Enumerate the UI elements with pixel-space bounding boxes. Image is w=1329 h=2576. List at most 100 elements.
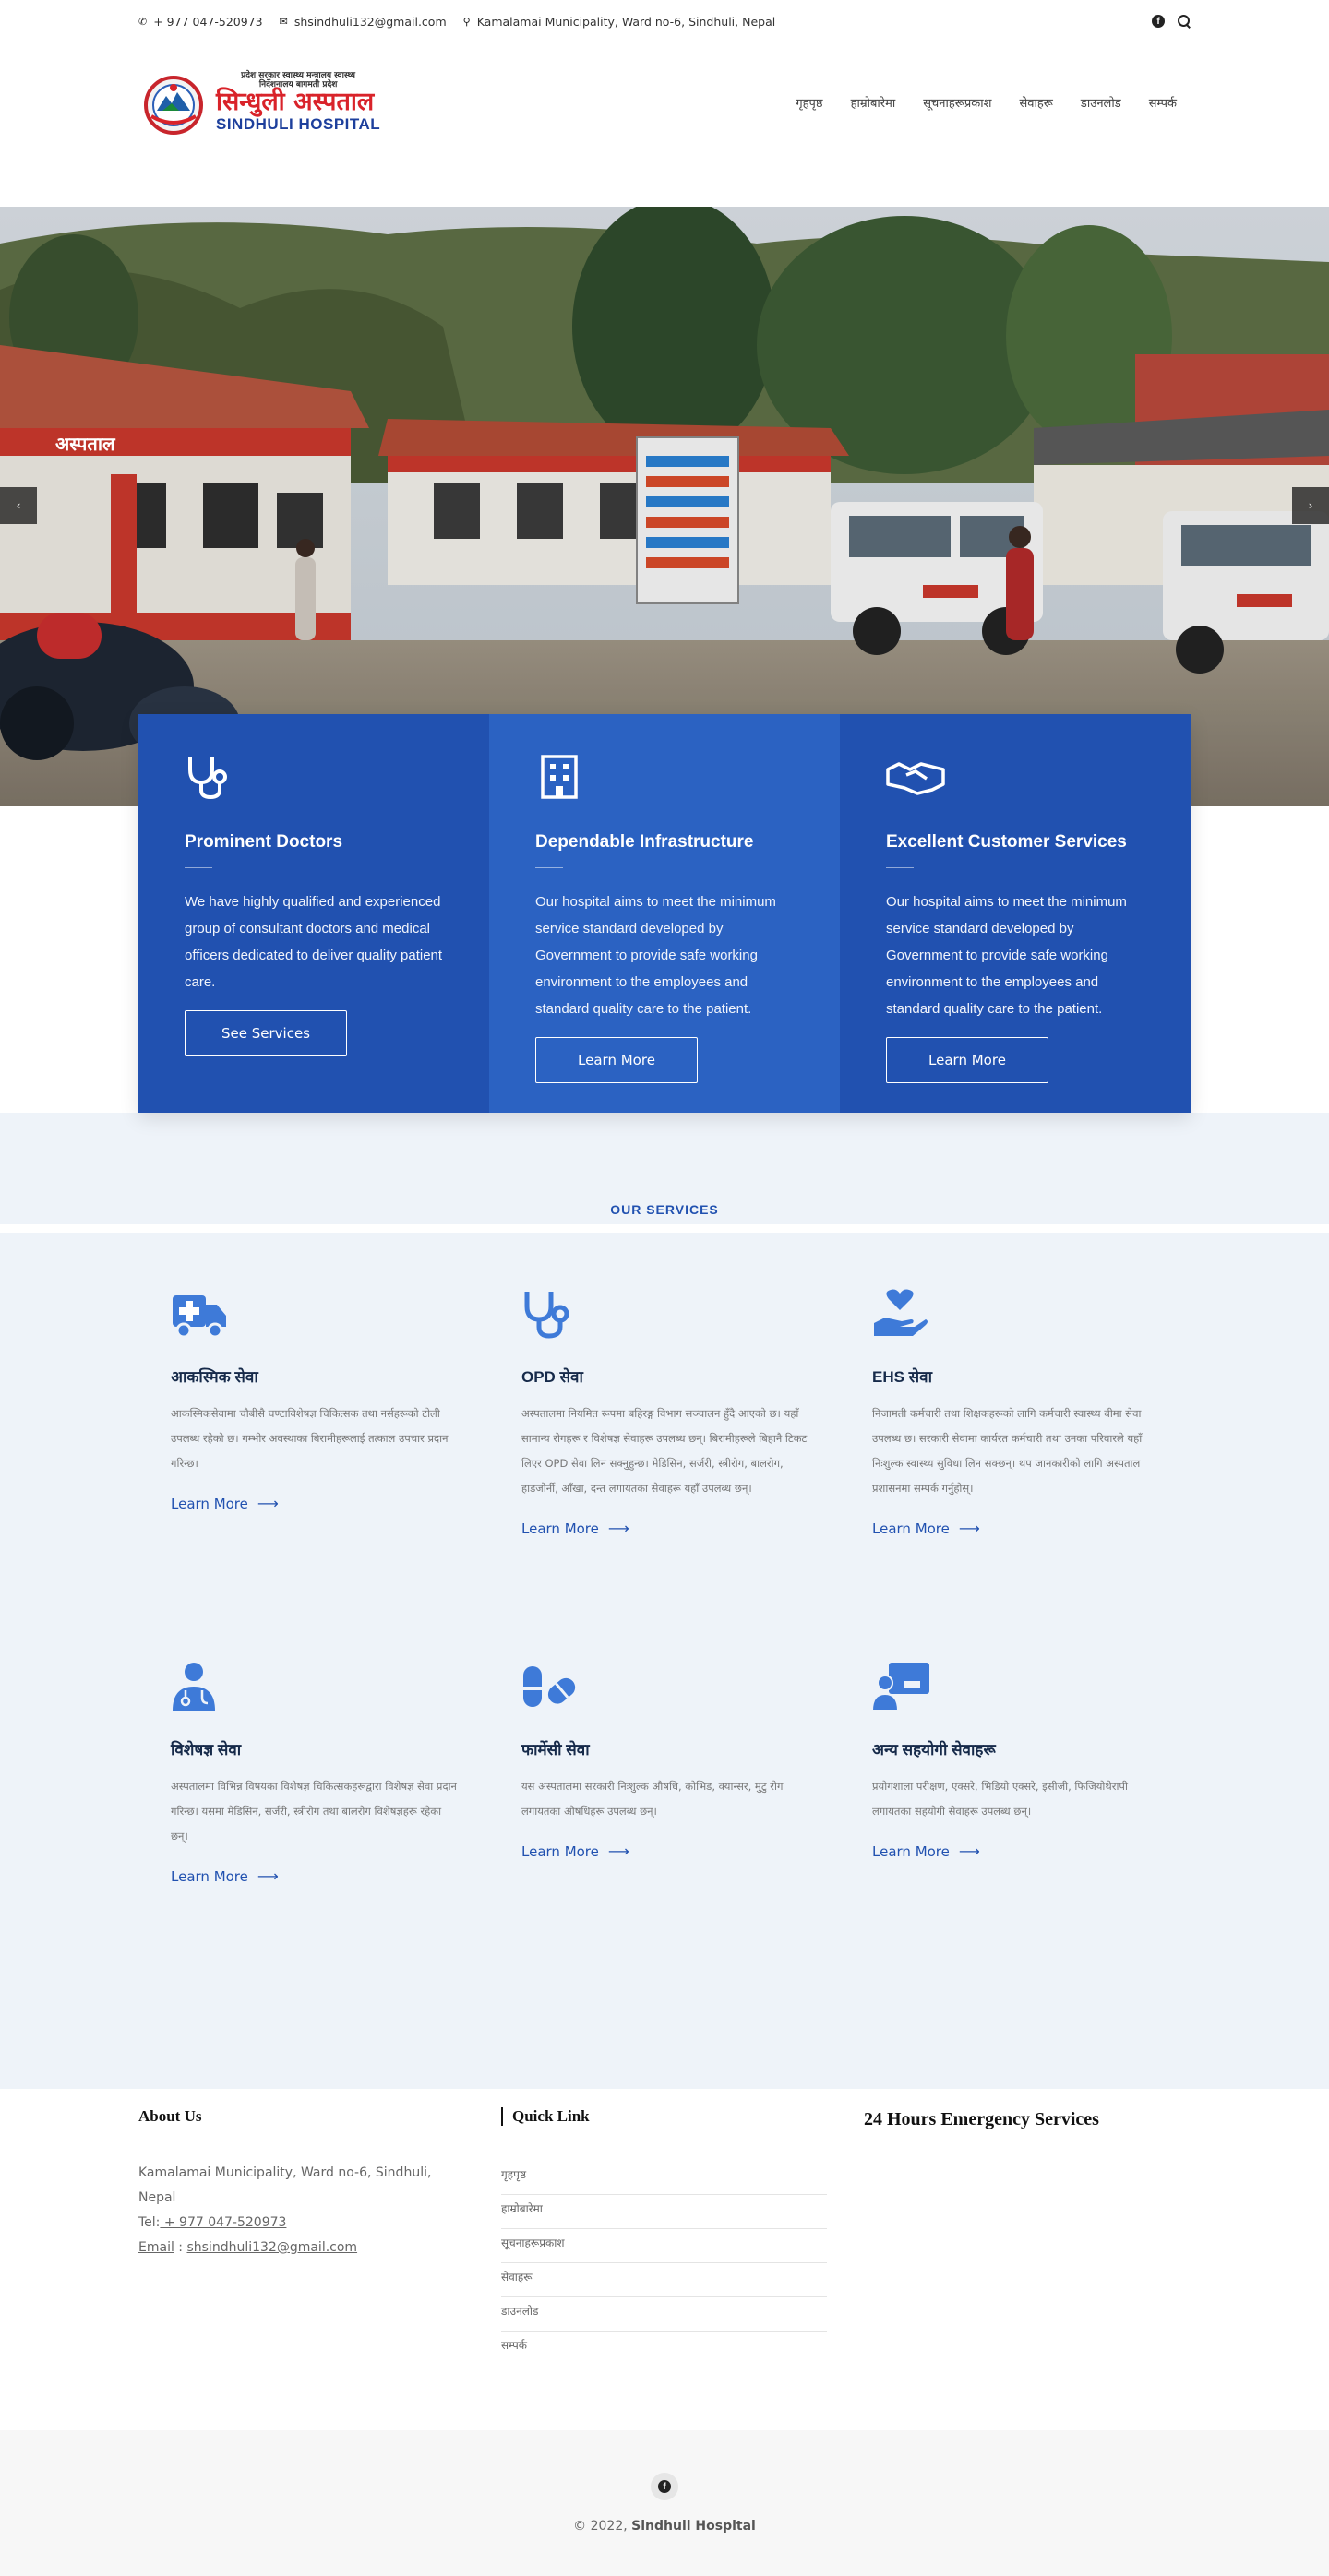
- email-text: shsindhuli132@gmail.com: [293, 14, 447, 29]
- slider-prev-button[interactable]: ‹: [0, 487, 37, 524]
- footer-quick-title: Quick Link: [501, 2107, 827, 2126]
- footer-about: About Us Kamalamai Municipality, Ward no…: [138, 2107, 464, 2366]
- envelope-icon: ✉: [279, 15, 288, 28]
- hand-heart-icon: [874, 1289, 928, 1336]
- service-learn-more-link[interactable]: Learn More ⟶: [872, 1520, 980, 1537]
- search-icon[interactable]: [1178, 15, 1191, 28]
- slider-next-button[interactable]: ›: [1292, 487, 1329, 524]
- nav-item-download[interactable]: डाउनलोड: [1067, 94, 1135, 111]
- site-footer: About Us Kamalamai Municipality, Ward no…: [0, 2089, 1329, 2430]
- building-icon: [541, 755, 578, 799]
- learn-more-label: Learn More: [171, 1495, 248, 1512]
- copyright-prefix: © 2022,: [573, 2519, 628, 2534]
- service-learn-more-link[interactable]: Learn More ⟶: [171, 1495, 279, 1512]
- nav-item-home[interactable]: गृहपृष्ठ: [782, 94, 836, 111]
- arrow-right-icon: ⟶: [958, 1843, 980, 1860]
- service-title: EHS सेवा: [872, 1368, 933, 1386]
- arrow-right-icon: ⟶: [607, 1843, 629, 1860]
- copyright-name: Sindhuli Hospital: [631, 2519, 756, 2534]
- feature-text: We have highly qualified and experienced…: [185, 894, 443, 990]
- footer-emergency-title: 24 Hours Emergency Services: [864, 2109, 1099, 2129]
- logo-name-english: SINDHULI HOSPITAL: [216, 114, 381, 133]
- service-title: फार्मेसी सेवा: [521, 1741, 590, 1759]
- service-learn-more-link[interactable]: Learn More ⟶: [521, 1843, 629, 1860]
- phone-icon: ✆: [138, 15, 148, 28]
- feature-text: Our hospital aims to meet the minimum se…: [535, 894, 776, 1017]
- nav-item-about[interactable]: हाम्रोबारेमा: [837, 94, 910, 111]
- address-text: Kamalamai Municipality, Ward no-6, Sindh…: [476, 14, 776, 29]
- email-link[interactable]: shsindhuli132@gmail.com: [186, 2240, 357, 2255]
- arrow-right-icon: ⟶: [257, 1867, 279, 1885]
- footer-tel: Tel: + 977 047-520973: [138, 2211, 464, 2236]
- feature-divider: [886, 867, 914, 868]
- features-section: Prominent Doctors We have highly qualifi…: [0, 714, 1329, 1113]
- feature-card-customer-services: Excellent Customer Services Our hospital…: [840, 714, 1191, 1113]
- chevron-right-icon: ›: [1308, 499, 1313, 512]
- feature-divider: [535, 867, 563, 868]
- service-text: यस अस्पतालमा सरकारी निःशुल्क औषधि, कोभिड…: [521, 1780, 784, 1818]
- service-title: अन्य सहयोगी सेवाहरू: [872, 1741, 996, 1759]
- email-label: Email: [138, 2240, 174, 2255]
- service-text: आकस्मिकसेवामा चौबीसै घण्टाविशेषज्ञ चिकित…: [171, 1407, 449, 1470]
- site-header: प्रदेश सरकार स्वास्थ्य मन्त्रालय स्वास्थ…: [0, 42, 1329, 207]
- learn-more-label: Learn More: [521, 1843, 599, 1860]
- feature-card-infrastructure: Dependable Infrastructure Our hospital a…: [489, 714, 840, 1113]
- service-card: फार्मेसी सेवा यस अस्पतालमा सरकारी निःशुल…: [489, 1661, 840, 2033]
- feature-title: Prominent Doctors: [185, 832, 343, 852]
- learn-more-button[interactable]: Learn More: [886, 1037, 1048, 1083]
- nepal-emblem-icon: [144, 76, 203, 135]
- feature-divider: [185, 867, 212, 868]
- top-bar: ✆ + 977 047-520973 ✉ shsindhuli132@gmail…: [0, 0, 1329, 42]
- footer-bottom: f © 2022, Sindhuli Hospital: [0, 2430, 1329, 2576]
- learn-more-button[interactable]: Learn More: [535, 1037, 698, 1083]
- service-card: EHS सेवा निजामती कर्मचारी तथा शिक्षकहरूक…: [840, 1288, 1191, 1661]
- quick-link-item[interactable]: सम्पर्क: [501, 2324, 827, 2366]
- footer-about-title: About Us: [138, 2107, 202, 2125]
- phone-info[interactable]: ✆ + 977 047-520973: [138, 15, 263, 29]
- handshake-icon: [886, 762, 945, 795]
- stethoscope-icon: [188, 757, 227, 800]
- email-info[interactable]: ✉ shsindhuli132@gmail.com: [280, 15, 447, 29]
- site-logo[interactable]: प्रदेश सरकार स्वास्थ्य मन्त्रालय स्वास्थ…: [138, 70, 380, 135]
- service-title: OPD सेवा: [521, 1368, 583, 1386]
- feature-text: Our hospital aims to meet the minimum se…: [886, 894, 1127, 1017]
- service-card: आकस्मिक सेवा आकस्मिकसेवामा चौबीसै घण्टाव…: [138, 1288, 489, 1661]
- service-text: निजामती कर्मचारी तथा शिक्षकहरूको लागि कर…: [872, 1407, 1143, 1495]
- service-card: अन्य सहयोगी सेवाहरू प्रयोगशाला परीक्षण, …: [840, 1661, 1191, 2033]
- stethoscope-icon: [524, 1292, 569, 1339]
- see-services-button[interactable]: See Services: [185, 1010, 347, 1056]
- service-text: अस्पतालमा विभिन्न विषयका विशेषज्ञ चिकित्…: [171, 1780, 457, 1843]
- hero-sign-text: अस्पताल: [55, 433, 116, 455]
- footer-email: Email : shsindhuli132@gmail.com: [138, 2240, 358, 2255]
- learn-more-label: Learn More: [171, 1867, 248, 1885]
- services-section: OUR SERVICES आकस्मिक सेवा आकस्मिकसेवामा …: [0, 1113, 1329, 2089]
- tel-link[interactable]: + 977 047-520973: [160, 2215, 287, 2230]
- map-marker-icon: ⚲: [462, 15, 471, 28]
- learn-more-label: Learn More: [521, 1520, 599, 1537]
- services-heading: OUR SERVICES: [610, 1202, 719, 1217]
- pills-icon: [523, 1666, 576, 1707]
- service-learn-more-link[interactable]: Learn More ⟶: [872, 1843, 980, 1860]
- nav-item-contact[interactable]: सम्पर्क: [1135, 94, 1191, 111]
- nav-item-services[interactable]: सेवाहरू: [1005, 94, 1066, 111]
- footer-emergency: 24 Hours Emergency Services: [864, 2107, 1190, 2366]
- learn-more-label: Learn More: [872, 1843, 950, 1860]
- service-learn-more-link[interactable]: Learn More ⟶: [171, 1867, 279, 1885]
- footer-address: Kamalamai Municipality, Ward no-6, Sindh…: [138, 2165, 432, 2205]
- user-screen-icon: [870, 1663, 929, 1711]
- phone-text: + 977 047-520973: [153, 14, 263, 29]
- facebook-icon[interactable]: f: [1152, 15, 1165, 28]
- service-text: प्रयोगशाला परीक्षण, एक्सरे, भिडियो एक्सर…: [872, 1780, 1128, 1818]
- facebook-icon[interactable]: f: [651, 2473, 678, 2500]
- copyright: © 2022, Sindhuli Hospital: [573, 2519, 756, 2534]
- arrow-right-icon: ⟶: [257, 1495, 279, 1512]
- arrow-right-icon: ⟶: [958, 1520, 980, 1537]
- feature-title: Excellent Customer Services: [886, 832, 1127, 852]
- user-doctor-icon: [173, 1663, 215, 1711]
- service-learn-more-link[interactable]: Learn More ⟶: [521, 1520, 629, 1537]
- nav-item-notices[interactable]: सूचनाहरूप्रकाश: [909, 94, 1005, 111]
- feature-title: Dependable Infrastructure: [535, 832, 754, 852]
- service-title: आकस्मिक सेवा: [171, 1368, 258, 1386]
- chevron-left-icon: ‹: [16, 499, 21, 512]
- contact-info: ✆ + 977 047-520973 ✉ shsindhuli132@gmail…: [138, 15, 775, 29]
